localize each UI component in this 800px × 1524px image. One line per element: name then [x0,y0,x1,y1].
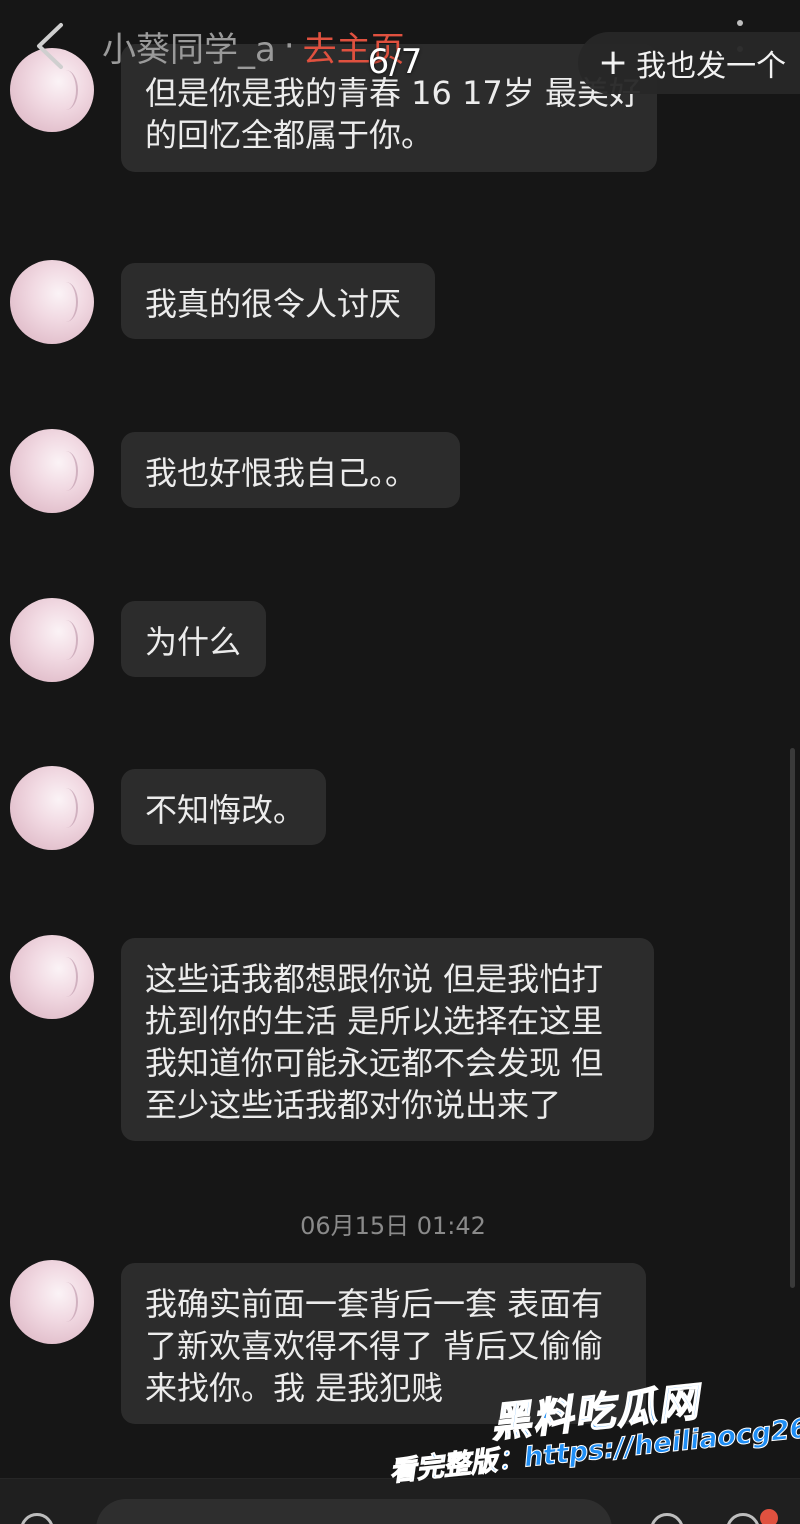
message-line: 我也好恨我自己。。 [145,454,418,492]
avatar[interactable] [10,598,94,682]
title-separator: · [283,26,295,66]
page-indicator: 6/7 [367,42,423,82]
message-line: 我确实前面一套背后一套 表面有 [145,1285,604,1323]
avatar[interactable] [10,935,94,1019]
scrollbar[interactable] [790,748,795,1288]
message-bubble: 这些话我都想跟你说 但是我怕打 扰到你的生活 是所以选择在这里 我知道你可能永远… [121,938,654,1141]
add-icon[interactable] [726,1513,760,1524]
post-too-label: 我也发一个 [636,49,787,84]
dot-icon [737,20,743,26]
back-button[interactable] [22,18,78,74]
message-line: 不知悔改。 [145,791,306,829]
message-timestamp: 06月15日 01:42 [300,1212,486,1240]
notification-dot [760,1509,778,1524]
message-bubble: 我真的很令人讨厌 [121,263,435,339]
avatar[interactable] [10,766,94,850]
chat-screen: 小葵同学_a · 去主页 6/7 + 我也发一个 但是你是我的青春 16 17岁… [0,0,800,1524]
avatar[interactable] [10,429,94,513]
message-line: 的回忆全都属于你。 [145,116,434,154]
avatar[interactable] [10,1260,94,1344]
message-bubble: 为什么 [121,601,266,677]
message-line: 为什么 [145,623,242,661]
message-bubble: 不知悔改。 [121,769,326,845]
message-input[interactable] [96,1499,612,1524]
message-line: 我知道你可能永远都不会发现 但 [145,1044,604,1082]
post-too-button[interactable]: + 我也发一个 [578,32,800,94]
message-line: 我真的很令人讨厌 [145,285,402,323]
avatar[interactable] [10,260,94,344]
username[interactable]: 小葵同学_a [102,22,276,71]
message-line: 扰到你的生活 是所以选择在这里 [145,1002,604,1040]
message-line: 了新欢喜欢得不得了 背后又偷偷 [145,1327,604,1365]
message-line: 至少这些话我都对你说出来了 [145,1086,562,1124]
message-line: 这些话我都想跟你说 但是我怕打 [145,960,604,998]
plus-icon: + [598,42,629,83]
emoji-icon[interactable] [650,1513,684,1524]
voice-icon[interactable] [20,1513,54,1524]
message-bubble: 我也好恨我自己。。 [121,432,460,508]
chevron-left-icon [37,23,63,69]
